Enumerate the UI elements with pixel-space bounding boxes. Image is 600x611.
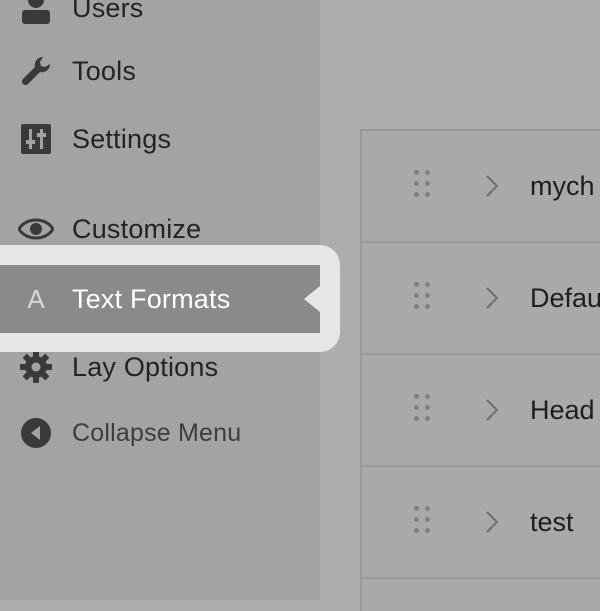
- drag-handle-icon[interactable]: [414, 394, 432, 426]
- drag-handle-icon[interactable]: [414, 506, 432, 538]
- active-indicator-arrow: [304, 286, 320, 312]
- text-formats-list: mych Defau Head test: [360, 129, 600, 611]
- sidebar-item-users[interactable]: Users: [0, 0, 320, 38]
- user-icon: [18, 0, 54, 26]
- chevron-right-icon[interactable]: [484, 397, 500, 423]
- list-item-name: mych: [530, 170, 595, 201]
- list-item-name: test: [530, 506, 574, 537]
- sidebar-item-label: Settings: [72, 123, 172, 154]
- gear-icon: [18, 349, 54, 385]
- drag-handle-icon[interactable]: [414, 282, 432, 314]
- list-item-name: Defau: [530, 282, 600, 313]
- sidebar-item-label: Customize: [72, 213, 202, 244]
- eye-icon: [18, 211, 54, 247]
- settings-sliders-icon: [18, 121, 54, 157]
- list-item[interactable]: Defau: [362, 243, 600, 355]
- chevron-right-icon[interactable]: [484, 509, 500, 535]
- chevron-right-icon[interactable]: [484, 173, 500, 199]
- sidebar-item-label: Tools: [72, 55, 137, 86]
- sidebar-item-tools[interactable]: Tools: [0, 41, 320, 101]
- drag-handle-icon[interactable]: [414, 170, 432, 202]
- sidebar-item-label: Users: [72, 0, 144, 23]
- chevron-right-icon[interactable]: [484, 285, 500, 311]
- sidebar-item-label: Lay Options: [72, 351, 219, 382]
- sidebar-item-text-formats[interactable]: A Text Formats: [0, 265, 320, 333]
- list-item[interactable]: Head: [362, 355, 600, 467]
- sidebar-item-settings[interactable]: Settings: [0, 109, 320, 169]
- list-item[interactable]: mych: [362, 131, 600, 243]
- letter-a-icon: A: [27, 283, 45, 314]
- list-item-name: Head: [530, 394, 595, 425]
- collapse-arrow-icon: [18, 415, 54, 451]
- sidebar-item-label: Text Formats: [72, 283, 231, 314]
- list-item[interactable]: test: [362, 467, 600, 579]
- collapse-menu-label: Collapse Menu: [72, 418, 242, 447]
- collapse-menu-button[interactable]: Collapse Menu: [0, 403, 320, 463]
- wrench-icon: [18, 53, 54, 89]
